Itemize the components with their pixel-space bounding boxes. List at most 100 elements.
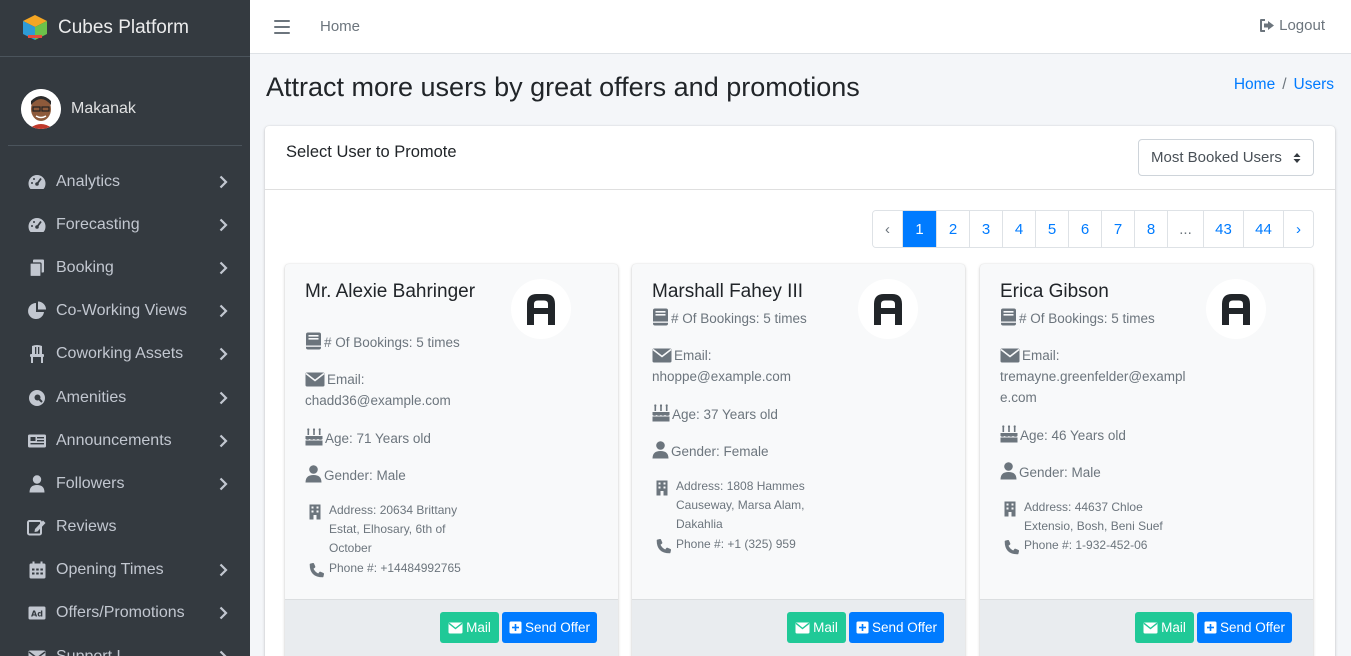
sidebar-item-label: Co-Working Views <box>56 302 188 320</box>
address-block: Address: 44637 Chloe Extensio, Bosh, Ben… <box>1000 498 1170 536</box>
page-prev[interactable]: ‹ <box>873 211 902 247</box>
user-icon <box>26 474 48 494</box>
calendar-icon <box>26 560 48 580</box>
chevron-right-icon <box>219 434 228 447</box>
chevron-right-icon <box>219 348 228 361</box>
page-5[interactable]: 5 <box>1035 211 1068 247</box>
sidebar-item-coworking-assets[interactable]: Coworking Assets <box>0 333 250 376</box>
email-value[interactable]: nhoppe@example.com <box>652 369 791 384</box>
chevron-right-icon <box>219 391 228 404</box>
plus-square-icon <box>1204 621 1217 634</box>
sidebar-item-label: Support L <box>56 648 218 656</box>
bookings-count: # Of Bookings: 5 times <box>305 332 495 354</box>
phone-icon <box>1004 540 1020 555</box>
sidebar-item-support-l[interactable]: Support L <box>0 635 250 656</box>
menu-toggle-icon[interactable] <box>274 19 290 34</box>
mail-button-label: Mail <box>466 620 491 635</box>
user-filter-select[interactable]: Most Booked Users <box>1138 139 1314 176</box>
sidebar-item-booking[interactable]: Booking <box>0 246 250 289</box>
age-text: Age: 46 Years old <box>1020 428 1126 443</box>
address-block: Address: 1808 Hammes Causeway, Marsa Ala… <box>652 477 822 535</box>
avatar <box>21 88 61 129</box>
breadcrumb-users[interactable]: Users <box>1294 76 1334 93</box>
sidebar-item-analytics[interactable]: Analytics <box>0 160 250 203</box>
plus-square-icon <box>509 621 522 634</box>
birthday-cake-icon <box>1000 425 1018 443</box>
user-name: Mr. Alexie Bahringer <box>305 281 476 302</box>
page-7[interactable]: 7 <box>1101 211 1134 247</box>
page-6[interactable]: 6 <box>1068 211 1101 247</box>
gender-info: Gender: Male <box>305 465 495 487</box>
page-8[interactable]: 8 <box>1134 211 1167 247</box>
user-card: Marshall Fahey III # Of Bookings: 5 times… <box>632 264 965 656</box>
chevron-right-icon <box>219 218 228 232</box>
card-header: Select User to Promote Most Booked Users <box>265 126 1335 190</box>
breadcrumb-home[interactable]: Home <box>1234 76 1275 93</box>
card-title: Select User to Promote <box>286 143 457 161</box>
page-2[interactable]: 2 <box>936 211 969 247</box>
sidebar-item-forecasting[interactable]: Forecasting <box>0 203 250 246</box>
page-4[interactable]: 4 <box>1002 211 1035 247</box>
gender-text: Gender: Male <box>324 468 406 483</box>
address-info: Address: 20634 Brittany Estat, Elhosary,… <box>305 501 475 578</box>
send-offer-button[interactable]: Send Offer <box>849 612 944 643</box>
sidebar-item-reviews[interactable]: Reviews <box>0 506 250 549</box>
user-avatar-icon <box>21 88 61 129</box>
page-1[interactable]: 1 <box>902 211 936 247</box>
mail-button-label: Mail <box>1161 620 1186 635</box>
sidebar-item-offers-promotions[interactable]: Ad Offers/Promotions <box>0 592 250 635</box>
email-info: Email: tremayne.greenfelder@example.com <box>1000 346 1190 409</box>
address-text: Address: 20634 Brittany Estat, Elhosary,… <box>329 503 458 556</box>
top-navbar: Home Logout <box>250 0 1351 54</box>
user-icon <box>652 441 669 459</box>
bookings-text: # Of Bookings: 5 times <box>1019 311 1155 326</box>
sidebar-item-label: Followers <box>56 474 125 492</box>
mail-button[interactable]: Mail <box>1135 612 1194 643</box>
user-name: Marshall Fahey III <box>652 281 803 302</box>
email-info: Email: chadd36@example.com <box>305 370 495 412</box>
sidebar-item-followers[interactable]: Followers <box>0 462 250 505</box>
building-icon <box>1004 501 1016 517</box>
send-offer-button[interactable]: Send Offer <box>502 612 597 643</box>
age-info: Age: 46 Years old <box>1000 425 1190 447</box>
gender-info: Gender: Female <box>652 441 842 463</box>
chevron-right-icon <box>219 261 228 275</box>
brand[interactable]: Cubes Platform <box>0 0 250 57</box>
chevron-right-icon <box>219 304 228 318</box>
sidebar-item-opening-times[interactable]: Opening Times <box>0 549 250 592</box>
mail-button[interactable]: Mail <box>787 612 846 643</box>
age-text: Age: 71 Years old <box>325 431 431 446</box>
user-card: Mr. Alexie Bahringer # Of Bookings: 5 tim… <box>285 264 618 656</box>
page-title: Attract more users by great offers and p… <box>266 72 860 102</box>
sidebar-item-co-working-views[interactable]: Co-Working Views <box>0 290 250 333</box>
promote-card: Select User to Promote Most Booked Users… <box>265 126 1335 656</box>
page-next[interactable]: › <box>1283 211 1313 247</box>
send-offer-button[interactable]: Send Offer <box>1197 612 1292 643</box>
sidebar-item-label: Opening Times <box>56 561 164 579</box>
email-value[interactable]: tremayne.greenfelder@example.com <box>1000 369 1186 405</box>
user-image <box>858 279 918 339</box>
phone-text: Phone #: 1-932-452-06 <box>1024 538 1148 553</box>
page-44[interactable]: 44 <box>1243 211 1283 247</box>
gauge-icon <box>26 172 48 192</box>
page-3[interactable]: 3 <box>969 211 1002 247</box>
page-43[interactable]: 43 <box>1203 211 1243 247</box>
sidebar-item-label: Analytics <box>56 172 121 190</box>
email-value[interactable]: chadd36@example.com <box>305 393 451 408</box>
age-info: Age: 37 Years old <box>652 404 842 426</box>
sidebar-item-amenities[interactable]: Amenities <box>0 376 250 419</box>
mail-button[interactable]: Mail <box>440 612 499 643</box>
sidebar-item-announcements[interactable]: Announcements <box>0 419 250 462</box>
phone-block: Phone #: 1-932-452-06 <box>1000 536 1170 555</box>
top-home-link[interactable]: Home <box>320 18 360 35</box>
logout-button[interactable]: Logout <box>1259 17 1325 34</box>
user-panel[interactable]: Makanak <box>8 72 242 146</box>
sidebar-item-label: Coworking Assets <box>56 345 184 363</box>
user-image <box>511 279 571 339</box>
cubes-logo-icon <box>23 15 47 40</box>
email-label: Email: <box>327 372 365 387</box>
user-icon <box>305 465 322 483</box>
svg-text:Ad: Ad <box>31 610 43 619</box>
building-icon <box>656 480 668 496</box>
send-offer-label: Send Offer <box>871 620 938 635</box>
